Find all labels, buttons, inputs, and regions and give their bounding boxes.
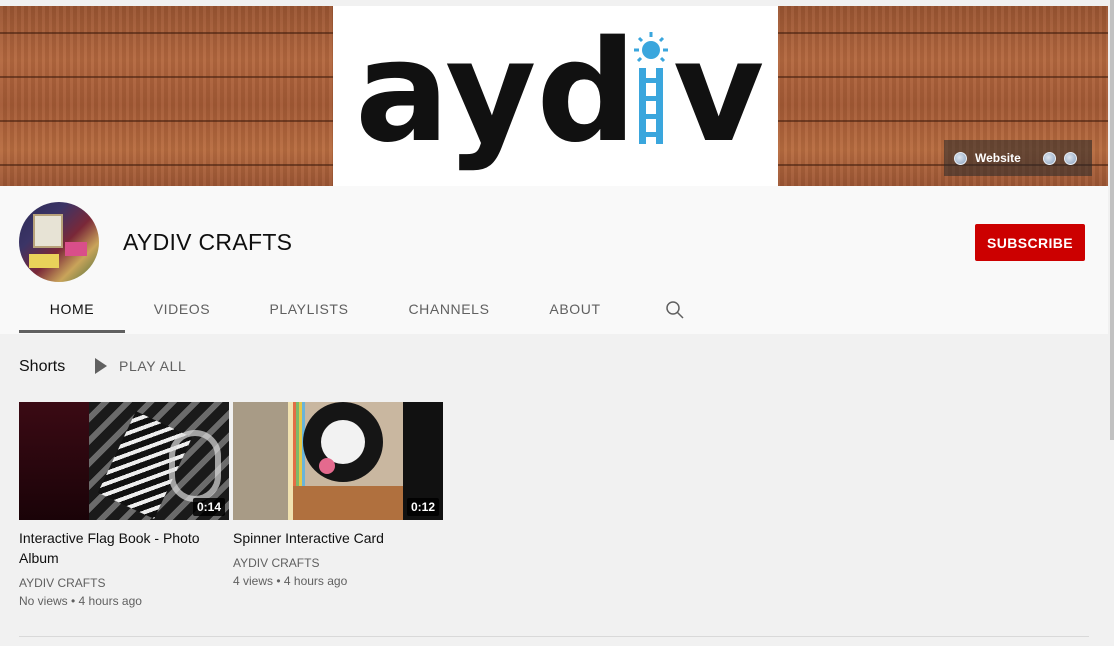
video-card[interactable]: 0:12 Spinner Interactive Card AYDIV CRAF… (233, 402, 443, 590)
website-link[interactable]: Website (975, 151, 1021, 165)
tab-videos[interactable]: VIDEOS (145, 286, 219, 332)
globe-icon[interactable] (1042, 151, 1056, 165)
svg-text:ayd: ayd (355, 12, 637, 174)
globe-icon[interactable] (1063, 151, 1077, 165)
video-stats: No views • 4 hours ago (19, 594, 142, 608)
video-thumbnail[interactable]: 0:14 (19, 402, 229, 520)
video-thumbnail[interactable]: 0:12 (233, 402, 443, 520)
play-all-label: PLAY ALL (119, 358, 187, 374)
channel-name: AYDIV CRAFTS (123, 229, 293, 255)
video-title[interactable]: Interactive Flag Book - Photo Album (19, 528, 219, 568)
banner-links: Website (944, 140, 1092, 176)
tab-home[interactable]: HOME (19, 286, 125, 333)
shelf-title: Shorts (19, 358, 66, 375)
video-title[interactable]: Spinner Interactive Card (233, 528, 433, 548)
play-all-button[interactable]: PLAY ALL (95, 358, 186, 374)
channel-header: AYDIV CRAFTS SUBSCRIBE HOME VIDEOS PLAYL… (0, 186, 1108, 334)
aydiv-logo: ayd v (355, 12, 764, 174)
globe-icon[interactable] (954, 151, 967, 165)
channel-tabs: HOME VIDEOS PLAYLISTS CHANNELS ABOUT (19, 286, 719, 334)
play-icon (95, 358, 107, 374)
video-card[interactable]: 0:14 Interactive Flag Book - Photo Album… (19, 402, 229, 610)
section-divider (19, 636, 1089, 637)
tab-playlists[interactable]: PLAYLISTS (261, 286, 357, 332)
channel-banner: ayd v Website (0, 6, 1108, 186)
svg-text:v: v (673, 12, 764, 174)
video-duration: 0:14 (192, 498, 225, 516)
subscribe-button[interactable]: SUBSCRIBE (975, 224, 1085, 261)
search-icon[interactable] (665, 300, 685, 320)
video-stats: 4 views • 4 hours ago (233, 574, 348, 588)
video-channel[interactable]: AYDIV CRAFTS (19, 574, 229, 592)
channel-avatar[interactable] (19, 202, 99, 282)
tab-about[interactable]: ABOUT (541, 286, 609, 332)
video-channel[interactable]: AYDIV CRAFTS (233, 554, 443, 572)
tab-channels[interactable]: CHANNELS (401, 286, 497, 332)
video-duration: 0:12 (406, 498, 439, 516)
page-scrollbar[interactable] (1110, 0, 1114, 440)
